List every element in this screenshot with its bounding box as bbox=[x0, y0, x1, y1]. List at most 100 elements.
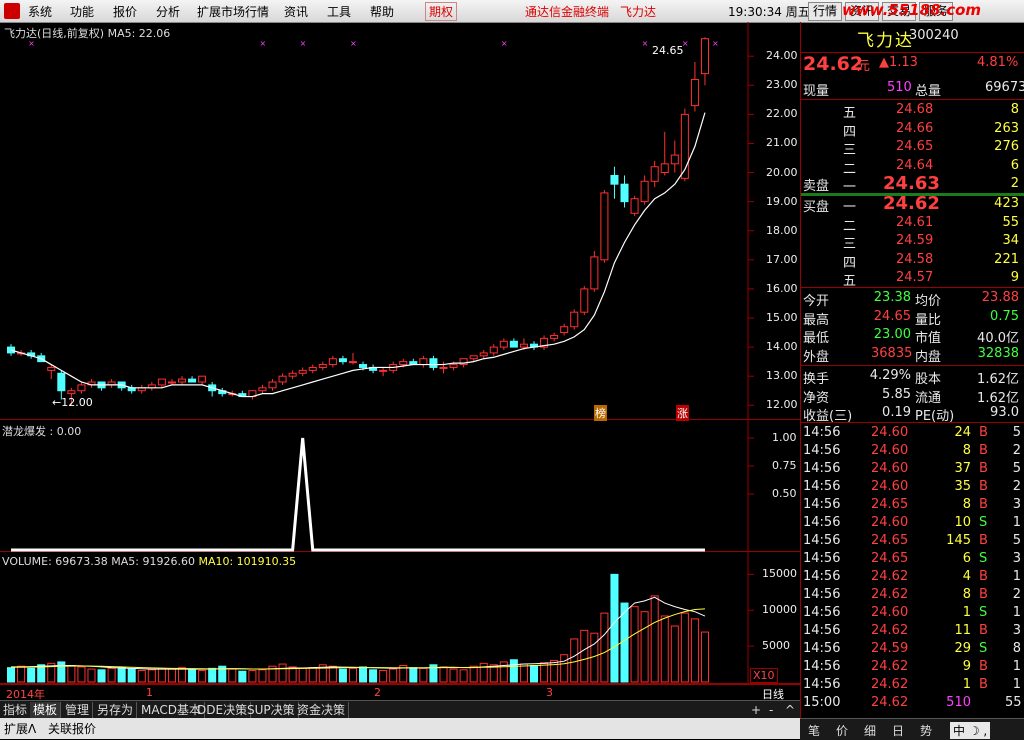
tick-row[interactable]: 14:56 24.60 35 B 2 bbox=[801, 479, 1024, 497]
menu-item-news[interactable]: 资讯 bbox=[284, 3, 308, 20]
event-mark: × bbox=[350, 39, 357, 48]
tick-row[interactable]: 14:56 24.65 145 B 5 bbox=[801, 533, 1024, 551]
tab-fund[interactable]: 资金决策 bbox=[294, 702, 350, 718]
panel-tab-trend[interactable]: 势 bbox=[920, 722, 932, 739]
panel-tab-detail[interactable]: 细 bbox=[864, 722, 876, 739]
tick-count: 5 bbox=[1012, 425, 1021, 440]
tick-side: S bbox=[979, 551, 988, 566]
volume-bar bbox=[198, 670, 207, 683]
bid-qty: 9 bbox=[1010, 270, 1019, 285]
tick-volume: 9 bbox=[962, 659, 971, 674]
app-logo-icon bbox=[4, 3, 20, 19]
tick-row[interactable]: 14:56 24.62 1 B 1 bbox=[801, 677, 1024, 695]
volume-chart[interactable] bbox=[0, 552, 800, 684]
ask-row[interactable]: 三 24.65 276 bbox=[801, 139, 1024, 158]
total-volume: 69673 bbox=[985, 80, 1024, 95]
tick-row[interactable]: 14:56 24.62 8 B 2 bbox=[801, 587, 1024, 605]
stat-row[interactable]: 外盘 36835 内盘 32838 bbox=[801, 346, 1024, 365]
ask-row[interactable]: 五 24.68 8 bbox=[801, 102, 1024, 121]
panel-tab-day[interactable]: 日 bbox=[892, 722, 904, 739]
tick-side: B bbox=[979, 569, 988, 584]
tick-row[interactable]: 14:56 24.60 8 B 2 bbox=[801, 443, 1024, 461]
indicator-chart[interactable] bbox=[0, 420, 800, 552]
tab-save-as[interactable]: 另存为 bbox=[94, 702, 138, 718]
tick-row[interactable]: 14:56 24.62 11 B 3 bbox=[801, 623, 1024, 641]
candlestick-chart[interactable]: × × × × × × × × bbox=[0, 22, 800, 420]
fund-value: 1.62亿 bbox=[977, 372, 1019, 387]
menu-item-options[interactable]: 期权 bbox=[425, 2, 458, 21]
ask-price: 24.65 bbox=[896, 139, 934, 154]
expand-button[interactable]: 扩展Ʌ bbox=[4, 720, 36, 737]
tick-count: 1 bbox=[1012, 659, 1021, 674]
tick-row[interactable]: 14:56 24.60 10 S 1 bbox=[801, 515, 1024, 533]
tick-row[interactable]: 15:00 24.62 510 55 bbox=[801, 695, 1024, 713]
fund-row[interactable]: 净资 5.85 流通 1.62亿 bbox=[801, 387, 1024, 406]
chevron-up-icon[interactable]: ^ bbox=[782, 702, 798, 718]
add-icon[interactable]: + bbox=[748, 702, 764, 718]
y-tick-label: 5000 bbox=[762, 639, 790, 653]
volume-bar bbox=[670, 625, 679, 683]
stat-value: 40.0亿 bbox=[977, 331, 1019, 346]
ask-row[interactable]: 一 24.63 2 bbox=[801, 173, 1024, 195]
volume-bar bbox=[167, 668, 176, 683]
tick-row[interactable]: 14:56 24.65 6 S 3 bbox=[801, 551, 1024, 569]
tick-count: 1 bbox=[1012, 515, 1021, 530]
tick-row[interactable]: 14:56 24.60 37 B 5 bbox=[801, 461, 1024, 479]
bid-row[interactable]: 三 24.59 34 bbox=[801, 233, 1024, 252]
tab-manage[interactable]: 管理 bbox=[62, 702, 94, 718]
stat-value: 0.75 bbox=[990, 308, 1019, 324]
menu-item-analysis[interactable]: 分析 bbox=[156, 3, 180, 20]
minus-icon[interactable]: - bbox=[766, 702, 776, 718]
tick-row[interactable]: 14:56 24.62 4 B 1 bbox=[801, 569, 1024, 587]
tick-price: 24.59 bbox=[871, 641, 909, 656]
tick-time: 15:00 bbox=[803, 695, 841, 710]
bid-row[interactable]: 二 24.61 55 bbox=[801, 215, 1024, 234]
y-tick-label: 15.00 bbox=[766, 311, 798, 324]
volume-bar bbox=[338, 668, 347, 683]
tab-indicator[interactable]: 指标 bbox=[0, 702, 32, 718]
stat-row[interactable]: 最低 23.00 市值 40.0亿 bbox=[801, 327, 1024, 346]
tick-row[interactable]: 14:56 24.60 1 S 1 bbox=[801, 605, 1024, 623]
tick-volume: 8 bbox=[962, 497, 971, 512]
candle-up bbox=[660, 163, 669, 174]
stat-value: 23.00 bbox=[873, 327, 911, 342]
tick-row[interactable]: 14:56 24.59 29 S 8 bbox=[801, 641, 1024, 659]
menu-item-tools[interactable]: 工具 bbox=[327, 3, 351, 20]
tab-quote[interactable]: 行情 bbox=[808, 2, 843, 21]
candle-up bbox=[580, 288, 589, 313]
candle-up bbox=[298, 369, 307, 374]
tab-dde[interactable]: DDE决策 bbox=[194, 702, 252, 718]
fund-row[interactable]: 收益(三) 0.19 PE(动) 93.0 bbox=[801, 405, 1024, 424]
tick-row[interactable]: 14:56 24.65 8 B 3 bbox=[801, 497, 1024, 515]
tick-row[interactable]: 14:56 24.62 9 B 1 bbox=[801, 659, 1024, 677]
tab-sup[interactable]: SUP决策 bbox=[244, 702, 299, 718]
volume-bar bbox=[117, 667, 126, 683]
bid-row[interactable]: 一 24.62 423 bbox=[801, 193, 1024, 215]
stat-row[interactable]: 最高 24.65 量比 0.75 bbox=[801, 308, 1024, 328]
tab-template[interactable]: 模板 bbox=[30, 702, 62, 718]
related-quotes-button[interactable]: 关联报价 bbox=[48, 720, 96, 737]
stat-label: 最低 bbox=[803, 331, 830, 346]
panel-tab-price[interactable]: 价 bbox=[836, 722, 848, 739]
panel-tab-ticks[interactable]: 笔 bbox=[808, 722, 820, 739]
mark-list-badge[interactable]: 榜 bbox=[594, 405, 607, 421]
menu-item-help[interactable]: 帮助 bbox=[370, 3, 394, 20]
stat-value: 23.88 bbox=[981, 290, 1019, 305]
fund-row[interactable]: 换手 4.29% 股本 1.62亿 bbox=[801, 368, 1024, 387]
menu-item-extended-market[interactable]: 扩展市场行情 bbox=[197, 3, 269, 20]
mark-limit-up-badge[interactable]: 涨 bbox=[676, 405, 689, 421]
bid-row[interactable]: 四 24.58 221 bbox=[801, 252, 1024, 271]
menu-item-function[interactable]: 功能 bbox=[70, 3, 94, 20]
menu-item-quote[interactable]: 报价 bbox=[113, 3, 137, 20]
menu-item-system[interactable]: 系统 bbox=[28, 3, 52, 20]
ask-qty: 2 bbox=[1010, 176, 1019, 191]
tick-row[interactable]: 14:56 24.60 24 B 5 bbox=[801, 425, 1024, 443]
stat-row[interactable]: 今开 23.38 均价 23.88 bbox=[801, 290, 1024, 309]
y-tick-label: 12.00 bbox=[766, 398, 798, 412]
ask-row[interactable]: 四 24.66 263 bbox=[801, 121, 1024, 140]
tick-volume: 8 bbox=[962, 443, 971, 458]
y-tick-label: 17.00 bbox=[766, 252, 798, 266]
volume-bar bbox=[439, 666, 448, 683]
bid-row[interactable]: 五 24.57 9 bbox=[801, 270, 1024, 289]
candle-down bbox=[359, 364, 368, 368]
